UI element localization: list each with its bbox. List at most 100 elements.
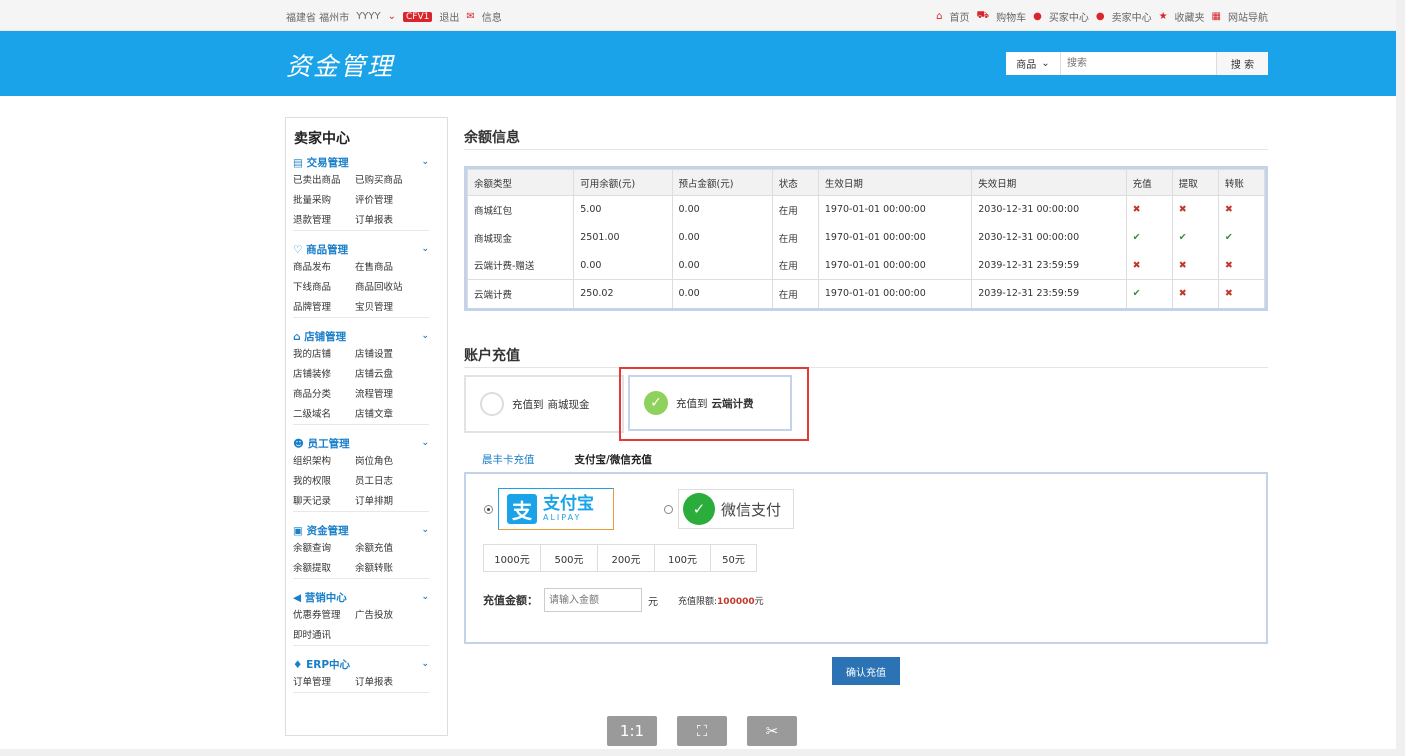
amount-preset-button[interactable]: 50元 bbox=[710, 544, 757, 572]
sidebar-item[interactable]: 余额提取 bbox=[293, 560, 355, 574]
sidebar-group-header[interactable]: ⌂ 店铺管理 ⌄ bbox=[293, 326, 429, 346]
sidebar-item[interactable]: 已卖出商品 bbox=[293, 172, 355, 186]
amount-preset-button[interactable]: 100元 bbox=[654, 544, 711, 572]
sidebar-item[interactable]: 评价管理 bbox=[355, 192, 429, 206]
location[interactable]: 福建省 福州市 bbox=[286, 9, 349, 24]
sidebar-item[interactable]: 聊天记录 bbox=[293, 493, 355, 507]
table-cell-type: 云端计费-赠送 bbox=[466, 251, 575, 280]
sidebar-item[interactable]: 广告投放 bbox=[355, 607, 429, 621]
page-logo: 资金管理 bbox=[286, 52, 395, 81]
search-category-select[interactable]: 商品 ⌄ bbox=[1006, 52, 1061, 75]
vertical-scrollbar[interactable] bbox=[1396, 0, 1405, 756]
sidebar-item[interactable]: 流程管理 bbox=[355, 386, 429, 400]
wechat-option[interactable]: ✓ 微信支付 bbox=[678, 489, 794, 529]
sidebar-item[interactable]: 店铺文章 bbox=[355, 406, 429, 420]
sidebar-group-header[interactable]: ◀ 营销中心 ⌄ bbox=[293, 587, 429, 607]
sidebar-item[interactable]: 组织架构 bbox=[293, 453, 355, 467]
header: 资金管理 商品 ⌄ 搜 索 bbox=[0, 31, 1405, 96]
sidebar-item[interactable]: 商品发布 bbox=[293, 259, 355, 273]
sidebar-item[interactable]: 品牌管理 bbox=[293, 299, 355, 313]
sidebar-item[interactable]: 已购买商品 bbox=[355, 172, 429, 186]
sidebar-item[interactable]: 商品分类 bbox=[293, 386, 355, 400]
amount-input[interactable] bbox=[544, 588, 642, 612]
confirm-recharge-button[interactable]: 确认充值 bbox=[832, 657, 900, 685]
sidebar-item[interactable]: 即时通讯 bbox=[293, 627, 355, 641]
sidebar-group-title: 资金管理 bbox=[306, 524, 349, 537]
table-cell-start: 1970-01-01 00:00:00 bbox=[817, 195, 973, 224]
sidebar-item[interactable]: 订单管理 bbox=[293, 674, 355, 688]
sidebar-item[interactable]: 店铺设置 bbox=[355, 346, 429, 360]
crop-button[interactable]: ✂ bbox=[747, 716, 797, 746]
sidebar-item[interactable]: 岗位角色 bbox=[355, 453, 429, 467]
sidebar-item[interactable]: 店铺云盘 bbox=[355, 366, 429, 380]
actual-size-button[interactable]: 1:1 bbox=[607, 716, 657, 746]
table-cell-reserved: 0.00 bbox=[671, 279, 773, 308]
amount-preset-button[interactable]: 200元 bbox=[597, 544, 655, 572]
sidebar-item[interactable]: 员工日志 bbox=[355, 473, 429, 487]
wechat-radio[interactable] bbox=[664, 505, 673, 514]
recharge-option-cloud-billing[interactable]: ✓ 充值到 云端计费 bbox=[628, 375, 792, 431]
alipay-option[interactable]: 支 支付宝 ALIPAY bbox=[498, 488, 614, 530]
column-header: 提取 bbox=[1171, 169, 1219, 196]
cart-link[interactable]: 购物车 bbox=[996, 9, 1026, 24]
table-cell-transfer: ✖ bbox=[1217, 251, 1266, 280]
table-cell-start: 1970-01-01 00:00:00 bbox=[817, 223, 973, 252]
horizontal-scrollbar[interactable] bbox=[0, 749, 1405, 756]
sidebar-group-header[interactable]: ▤ 交易管理 ⌄ bbox=[293, 152, 429, 172]
home-link[interactable]: 首页 bbox=[950, 9, 970, 24]
table-cell-reserved: 0.00 bbox=[671, 223, 773, 252]
sidebar-item[interactable]: 在售商品 bbox=[355, 259, 429, 273]
top-bar: 福建省 福州市 YYYY ⌄ CFV1 退出 ✉ 信息 ⌂ 首页 ⛟ 购物车 ●… bbox=[0, 0, 1405, 31]
search-category-label: 商品 bbox=[1016, 60, 1037, 71]
sidebar-item[interactable]: 下线商品 bbox=[293, 279, 355, 293]
sidebar-item[interactable]: 优惠券管理 bbox=[293, 607, 355, 621]
sidebar-group-header[interactable]: ♡ 商品管理 ⌄ bbox=[293, 239, 429, 259]
sidebar-group-header[interactable]: ☻ 员工管理 ⌄ bbox=[293, 433, 429, 453]
sidebar-item[interactable]: 订单报表 bbox=[355, 674, 429, 688]
sidebar-item[interactable]: 二级域名 bbox=[293, 406, 355, 420]
search-input[interactable] bbox=[1061, 52, 1216, 75]
table-cell-withdraw: ✔ bbox=[1171, 223, 1219, 252]
sidebar-item[interactable]: 商品回收站 bbox=[355, 279, 429, 293]
sidebar-group-header[interactable]: ▣ 资金管理 ⌄ bbox=[293, 520, 429, 540]
table-cell-available: 5.00 bbox=[573, 195, 673, 224]
amount-preset-button[interactable]: 500元 bbox=[540, 544, 598, 572]
option-target: 云端计费 bbox=[711, 397, 754, 410]
site-nav-link[interactable]: 网站导航 bbox=[1228, 9, 1268, 24]
sidebar-item[interactable]: 店铺装修 bbox=[293, 366, 355, 380]
amount-preset-button[interactable]: 1000元 bbox=[483, 544, 541, 572]
sidebar-group-header[interactable]: ♦ ERP中心 ⌄ bbox=[293, 654, 429, 674]
sidebar-item[interactable]: 批量采购 bbox=[293, 192, 355, 206]
messages-link[interactable]: 信息 bbox=[482, 9, 502, 24]
sidebar-item[interactable]: 订单报表 bbox=[355, 212, 429, 226]
tab-online-recharge[interactable]: 支付宝/微信充值 bbox=[568, 450, 658, 474]
recharge-target-options: 充值到 商城现金 ✓ 充值到 云端计费 bbox=[464, 375, 792, 433]
sidebar-item[interactable]: 宝贝管理 bbox=[355, 299, 429, 313]
table-cell-end: 2039-12-31 23:59:59 bbox=[971, 279, 1127, 308]
search-button[interactable]: 搜 索 bbox=[1216, 52, 1268, 75]
chevron-down-icon: ⌄ bbox=[421, 592, 429, 602]
sidebar-group-title: 商品管理 bbox=[306, 243, 349, 256]
column-header: 生效日期 bbox=[817, 169, 973, 196]
favorites-link[interactable]: 收藏夹 bbox=[1175, 9, 1205, 24]
table-cell-recharge: ✔ bbox=[1125, 279, 1173, 308]
sidebar-item[interactable]: 我的权限 bbox=[293, 473, 355, 487]
logout-link[interactable]: 退出 bbox=[439, 9, 459, 24]
sidebar-group-title: 交易管理 bbox=[306, 156, 349, 169]
recharge-option-mall-cash[interactable]: 充值到 商城现金 bbox=[464, 375, 624, 433]
tab-card-recharge[interactable]: 晨丰卡充值 bbox=[476, 450, 541, 474]
user-name[interactable]: YYYY bbox=[356, 11, 380, 22]
sidebar-item[interactable]: 我的店铺 bbox=[293, 346, 355, 360]
sidebar-item[interactable]: 退款管理 bbox=[293, 212, 355, 226]
limit-text: 充值限额:100000元 bbox=[678, 594, 764, 607]
sidebar-item[interactable]: 余额查询 bbox=[293, 540, 355, 554]
alipay-radio[interactable] bbox=[484, 505, 493, 514]
chevron-down-icon[interactable]: ⌄ bbox=[388, 11, 396, 22]
mail-icon: ✉ bbox=[466, 11, 475, 22]
sidebar-item[interactable]: 余额转账 bbox=[355, 560, 429, 574]
seller-center-link[interactable]: 卖家中心 bbox=[1112, 9, 1152, 24]
buyer-center-link[interactable]: 买家中心 bbox=[1049, 9, 1089, 24]
sidebar-item[interactable]: 订单排期 bbox=[355, 493, 429, 507]
fit-screen-button[interactable]: ⛶ bbox=[677, 716, 727, 746]
sidebar-item[interactable]: 余额充值 bbox=[355, 540, 429, 554]
